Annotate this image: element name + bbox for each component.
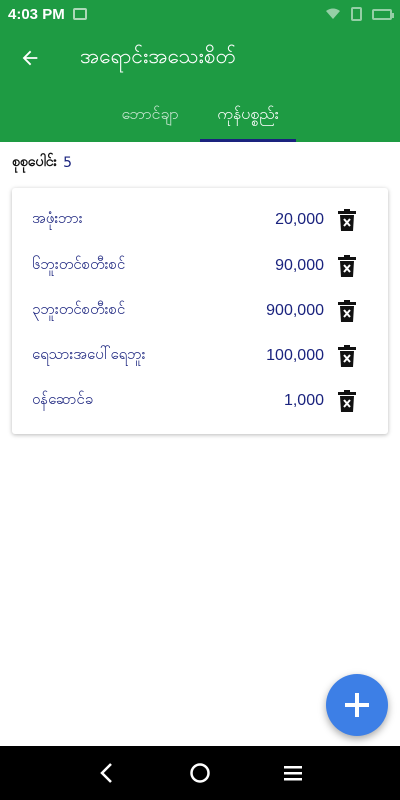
items-card: အဖုံးဘား 20,000 ၆ဘူးတင်စတီးစင် 90,000 ၃ဘ…	[12, 188, 388, 434]
trash-icon	[338, 345, 356, 367]
sim-icon	[351, 7, 362, 21]
nav-back-button[interactable]	[87, 753, 127, 793]
total-summary: စုစုပေါင်း 5	[12, 152, 72, 173]
delete-button[interactable]	[336, 207, 358, 233]
status-time: 4:03 PM	[8, 5, 65, 23]
nav-home-button[interactable]	[180, 753, 220, 793]
delete-button[interactable]	[336, 343, 358, 369]
menu-icon	[284, 766, 303, 781]
list-item[interactable]: ၃ဘူးတင်စတီးစင် 900,000	[12, 289, 388, 333]
tab-products[interactable]: ကုန်ပစ္စည်း	[200, 88, 296, 142]
item-name: ၆ဘူးတင်စတီးစင်	[32, 255, 126, 273]
page-title: အရောင်းအသေးစိတ်	[80, 43, 237, 68]
item-amount: 100,000	[266, 347, 324, 364]
tab-indicator	[200, 139, 296, 142]
item-name: ၃ဘူးတင်စတီးစင်	[32, 300, 126, 318]
list-item[interactable]: ရေသားအပေါ်ရေဘူး 100,000	[12, 334, 388, 378]
back-button[interactable]	[0, 28, 60, 88]
image-notification-icon	[72, 8, 87, 20]
status-bar: 4:03 PM	[0, 0, 400, 28]
item-name: ရေသားအပေါ်ရေဘူး	[32, 345, 146, 363]
plus-icon	[345, 693, 369, 717]
item-name: ဝန်ဆောင်ခ	[32, 390, 94, 408]
list-item[interactable]: အဖုံးဘား 20,000	[12, 198, 388, 242]
total-label: စုစုပေါင်း	[12, 154, 58, 170]
wifi-icon	[326, 8, 340, 19]
trash-icon	[338, 300, 356, 322]
trash-icon	[338, 209, 356, 231]
item-amount: 1,000	[283, 392, 324, 409]
chevron-left-icon	[99, 763, 112, 783]
list-item[interactable]: ၆ဘူးတင်စတီးစင် 90,000	[12, 244, 388, 288]
tab-voucher[interactable]: ဘောင်ချာ	[100, 88, 200, 142]
delete-button[interactable]	[336, 253, 358, 279]
app-bar: အရောင်းအသေးစိတ်	[0, 28, 400, 88]
circle-home-icon	[190, 763, 210, 783]
tab-bar: ဘောင်ချာ ကုန်ပစ္စည်း	[0, 88, 400, 142]
item-amount: 90,000	[275, 257, 324, 274]
status-icons	[325, 7, 394, 21]
trash-icon	[338, 390, 356, 412]
nav-menu-button[interactable]	[273, 753, 313, 793]
list-item[interactable]: ဝန်ဆောင်ခ 1,000	[12, 379, 388, 423]
trash-icon	[338, 255, 356, 277]
delete-button[interactable]	[336, 298, 358, 324]
system-nav-bar	[0, 746, 400, 800]
delete-button[interactable]	[336, 388, 358, 414]
total-count: 5	[63, 154, 72, 171]
item-amount: 20,000	[275, 211, 324, 228]
battery-icon	[372, 8, 394, 20]
add-item-button[interactable]	[326, 674, 388, 736]
arrow-left-icon	[22, 50, 38, 66]
item-amount: 900,000	[266, 302, 324, 319]
item-name: အဖုံးဘား	[32, 209, 83, 227]
